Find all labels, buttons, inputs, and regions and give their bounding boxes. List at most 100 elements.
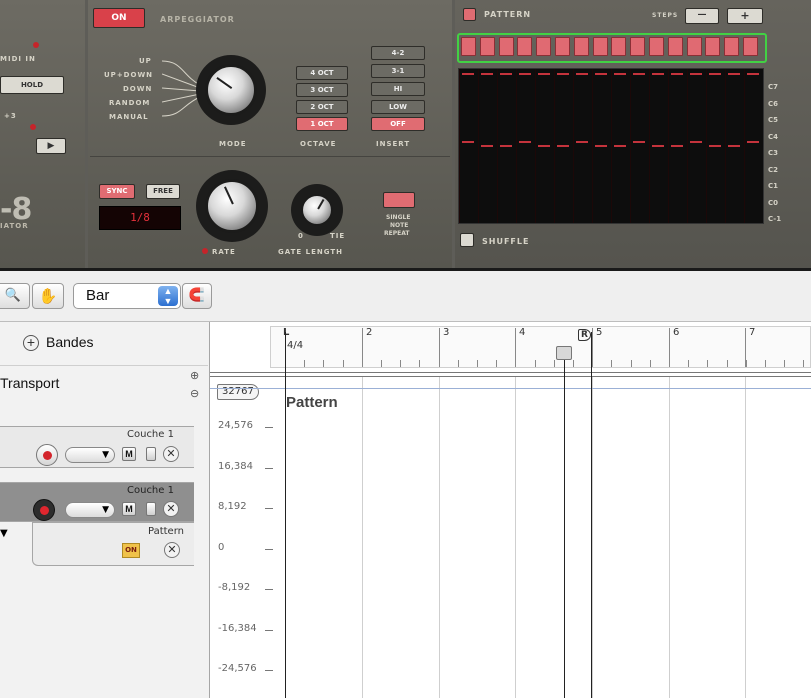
ruler-tick [707, 360, 708, 367]
pattern-step-3[interactable] [498, 37, 514, 56]
ruler-bar-line [439, 328, 440, 367]
value-tick [265, 427, 273, 428]
grid-column [706, 69, 707, 223]
track1-dropdown[interactable]: ▼ [65, 447, 115, 463]
stepper-icon[interactable]: ▲ ▼ [158, 286, 178, 306]
pattern-step-9[interactable] [611, 37, 627, 56]
track2-solo-button[interactable] [146, 502, 156, 516]
ruler-divider-2 [210, 376, 811, 377]
pattern-step-6[interactable] [555, 37, 570, 56]
steps-minus-button[interactable]: — [685, 8, 719, 24]
pattern-step-10[interactable] [630, 37, 646, 56]
automation-editor[interactable]: 2 3 4 5 6 7 L 4/4 R 32767 24,576 16,384 8,192 0 -… [210, 322, 811, 698]
bands-row[interactable]: + Bandes [0, 322, 208, 366]
add-band-icon[interactable]: + [23, 335, 39, 351]
mode-down[interactable]: DOWN [123, 85, 152, 93]
pattern-step-15[interactable] [724, 37, 740, 56]
pattern-step-12[interactable] [667, 37, 683, 56]
steps-plus-button[interactable]: + [727, 8, 763, 24]
track2-delete-icon[interactable]: ✕ [163, 501, 179, 517]
pattern-lane-delete-icon[interactable]: ✕ [164, 542, 180, 558]
note-mark [595, 145, 607, 147]
rate-knob[interactable] [205, 179, 259, 233]
note-label-C3: C3 [768, 149, 779, 157]
octave-1[interactable]: 1 OCT [296, 117, 348, 131]
pattern-step-16[interactable] [743, 37, 758, 56]
track2-dropdown[interactable]: ▼ [65, 502, 115, 518]
note-mark [538, 145, 550, 147]
rate-knob-pointer [223, 186, 234, 205]
play-arrow-button[interactable]: ▶ [36, 138, 66, 154]
gate-top-mark [728, 73, 740, 75]
single-note-repeat-button[interactable] [383, 192, 415, 208]
track-couche-1-selected[interactable]: Couche 1 ▼ M ✕ [0, 482, 194, 522]
note-mark [652, 145, 664, 147]
track2-record-button[interactable] [33, 499, 55, 521]
midi-in-led [33, 42, 39, 48]
rate-display: 1/8 [99, 206, 181, 230]
playhead-handle[interactable] [556, 346, 572, 360]
timeline-ruler[interactable] [270, 326, 811, 368]
ruler-tick [419, 360, 420, 367]
pattern-step-2[interactable] [479, 37, 495, 56]
grid-column [459, 69, 460, 223]
octave-label: OCTAVE [300, 140, 337, 148]
rate-led [202, 248, 208, 254]
octave-4[interactable]: 4 OCT [296, 66, 348, 80]
bar-number-3: 3 [443, 327, 450, 338]
free-button[interactable]: FREE [146, 184, 180, 199]
pattern-grid[interactable] [458, 68, 764, 224]
pattern-lane-on-button[interactable]: ON [122, 543, 140, 558]
hand-tool-button[interactable]: ✋ [32, 283, 64, 309]
track1-mute-button[interactable]: M [122, 447, 136, 461]
hold-button[interactable]: HOLD [0, 76, 64, 94]
value-label: 24,576 [218, 420, 253, 431]
track1-solo-button[interactable] [146, 447, 156, 461]
arp-on-button[interactable]: ON [93, 8, 145, 28]
zoom-out-icon[interactable]: ⊖ [190, 387, 199, 400]
pattern-step-14[interactable] [705, 37, 721, 56]
insert-low[interactable]: LOW [371, 100, 425, 114]
note-mark [462, 141, 474, 143]
octave-2[interactable]: 2 OCT [296, 100, 348, 114]
mode-random[interactable]: RANDOM [109, 99, 150, 107]
record-icon [43, 451, 52, 460]
zoom-in-icon[interactable]: ⊕ [190, 369, 199, 382]
transport-row[interactable]: Transport ⊕ ⊖ [0, 367, 208, 412]
note-label-C4: C4 [768, 132, 779, 141]
pattern-step-4[interactable] [517, 37, 533, 56]
insert-off[interactable]: OFF [371, 117, 425, 131]
octave-3[interactable]: 3 OCT [296, 83, 348, 97]
pattern-step-5[interactable] [536, 37, 552, 56]
mode-manual[interactable]: MANUAL [109, 113, 149, 121]
insert-hi[interactable]: HI [371, 82, 425, 96]
track1-delete-icon[interactable]: ✕ [163, 446, 179, 462]
gate-min-label: 0 [298, 232, 304, 240]
track2-mute-button[interactable]: M [122, 502, 136, 516]
lane-expand-icon[interactable]: ▼ [0, 528, 8, 539]
mode-knob[interactable] [205, 64, 257, 116]
pattern-step-8[interactable] [592, 37, 608, 56]
pattern-step-1[interactable] [461, 37, 476, 56]
left-locator-marker[interactable]: L [283, 327, 289, 338]
mode-up[interactable]: UP [139, 57, 152, 65]
gate-length-knob[interactable] [301, 194, 333, 226]
pattern-step-13[interactable] [686, 37, 702, 56]
pattern-automation-lane[interactable]: Pattern ON ✕ [32, 522, 194, 566]
grid-column [611, 69, 612, 223]
sync-button[interactable]: SYNC [99, 184, 135, 199]
zoom-tool-button[interactable]: 🔍 [0, 283, 30, 309]
insert-3-1[interactable]: 3-1 [371, 64, 425, 78]
insert-4-2[interactable]: 4-2 [371, 46, 425, 60]
mode-up-down[interactable]: UP+DOWN [104, 71, 153, 79]
magnet-tool-button[interactable]: 🧲 [182, 283, 212, 309]
pattern-step-11[interactable] [649, 37, 664, 56]
snap-select[interactable]: Bar ▲ ▼ [73, 283, 181, 309]
right-locator-marker[interactable]: R [578, 329, 591, 341]
pattern-enable-button[interactable] [463, 8, 476, 21]
pattern-step-7[interactable] [573, 37, 589, 56]
track1-record-button[interactable] [36, 444, 58, 466]
grid-column [687, 69, 688, 223]
shuffle-checkbox[interactable] [460, 233, 474, 247]
track-couche-1[interactable]: Couche 1 ▼ M ✕ [0, 426, 194, 468]
